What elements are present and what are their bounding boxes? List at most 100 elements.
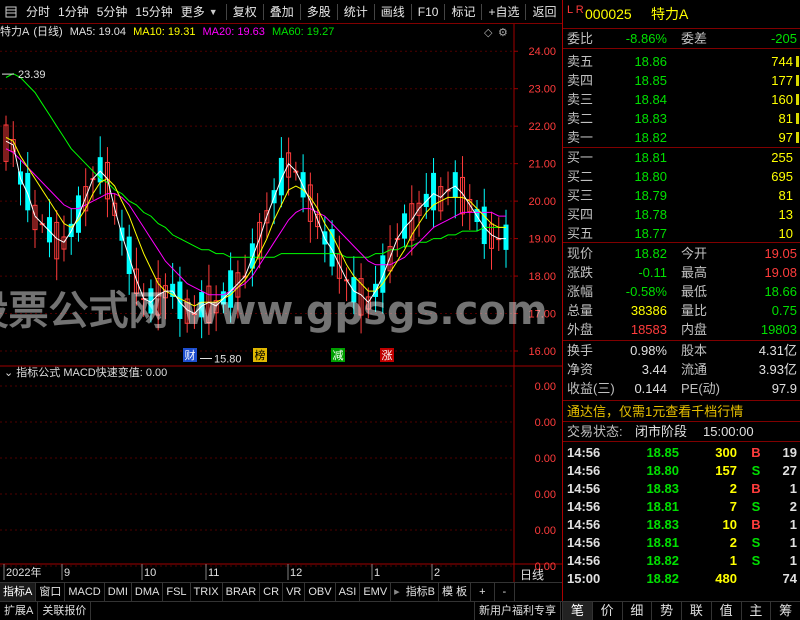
tab-main[interactable]: 主	[740, 602, 771, 620]
tab-value[interactable]: 值	[710, 602, 741, 620]
event-marker-label[interactable]: 涨	[382, 349, 393, 362]
bid-price: 18.80	[634, 169, 667, 184]
candle-body[interactable]	[380, 255, 386, 293]
tab-indicator-a[interactable]: 指标A	[0, 582, 37, 601]
bid-row[interactable]: 买二 18.80 695	[563, 167, 800, 186]
tick-row[interactable]: 14:56 18.81 2 S 1	[563, 533, 800, 552]
overlay-button[interactable]: 叠加	[266, 1, 298, 23]
back-button[interactable]: 返回	[528, 1, 560, 23]
tick-time: 14:56	[567, 517, 601, 532]
kline-chart[interactable]: 24.0023.0022.0021.0020.0019.0018.0017.00…	[0, 24, 562, 582]
tick-row[interactable]: 14:56 18.85 300 B 19	[563, 443, 800, 462]
extend-a-button[interactable]: 扩展A	[0, 602, 39, 620]
ask-row[interactable]: 卖五 18.86 744	[563, 52, 800, 71]
event-marker-label[interactable]: 减	[333, 349, 344, 362]
bid-row[interactable]: 买五 18.77 10	[563, 224, 800, 243]
tick-row[interactable]: 14:56 18.83 10 B 1	[563, 515, 800, 534]
bid-row[interactable]: 买三 18.79 81	[563, 186, 800, 205]
tab-trix[interactable]: TRIX	[191, 582, 223, 601]
mark-button[interactable]: 标记	[447, 1, 479, 23]
add-watchlist-button[interactable]: +自选	[484, 1, 523, 23]
promo-banner[interactable]: 通达信，仅需1元查看千档行情	[563, 402, 800, 421]
tick-row[interactable]: 14:56 18.80 157 S 27	[563, 461, 800, 480]
news-link[interactable]: 新用户福利专享	[474, 602, 561, 620]
tab-asi[interactable]: ASI	[336, 582, 361, 601]
ask-row[interactable]: 卖二 18.83 81	[563, 109, 800, 128]
tab-macd[interactable]: MACD	[65, 582, 105, 601]
multi-stock-button[interactable]: 多股	[303, 1, 335, 23]
tab-tick[interactable]: 笔	[562, 602, 592, 620]
tab-detail[interactable]: 细	[621, 602, 652, 620]
diamond-icon[interactable]: ◇	[484, 26, 492, 39]
candle-body[interactable]	[300, 172, 306, 198]
tick-price: 18.81	[646, 535, 679, 550]
candle-body[interactable]	[75, 195, 81, 233]
settings-icon[interactable]: ⚙	[498, 26, 508, 39]
f10-button[interactable]: F10	[414, 1, 443, 23]
stat-value: 97.9	[771, 381, 797, 396]
tab-1min[interactable]: 1分钟	[54, 1, 93, 23]
tab-indicator-b[interactable]: 指标B	[403, 582, 440, 601]
ma60-label: MA60: 19.27	[271, 26, 335, 38]
tab-timeshare[interactable]: 分时	[22, 1, 54, 23]
statistics-button[interactable]: 统计	[340, 1, 372, 23]
tab-more[interactable]: 更多	[177, 1, 209, 23]
event-marker-label[interactable]: 财	[185, 348, 196, 362]
tab-vr[interactable]: VR	[283, 582, 306, 601]
tab-emv[interactable]: EMV	[360, 582, 392, 601]
tab-cr[interactable]: CR	[260, 582, 284, 601]
y-tick-label: 19.00	[528, 234, 556, 246]
tick-row[interactable]: 14:56 18.83 2 B 1	[563, 479, 800, 498]
bid-price: 18.79	[634, 188, 667, 203]
bid-row[interactable]: 买一 18.81 255	[563, 148, 800, 167]
related-quote-button[interactable]: 关联报价	[38, 602, 92, 620]
candle-body[interactable]	[503, 224, 509, 250]
event-marker-label[interactable]: 榜	[255, 348, 266, 362]
tab-price[interactable]: 价	[591, 602, 622, 620]
ask-volume: 744	[771, 54, 793, 69]
tab-5min[interactable]: 5分钟	[93, 1, 132, 23]
tab-15min[interactable]: 15分钟	[131, 1, 176, 23]
tick-row[interactable]: 14:56 18.81 7 S 2	[563, 497, 800, 516]
tab-chips[interactable]: 筹	[770, 602, 800, 620]
candle-body[interactable]	[452, 172, 458, 198]
high-marker-label: 23.39	[18, 69, 46, 81]
ma10-label: MA10: 19.31	[133, 26, 196, 38]
tab-trend[interactable]: 势	[651, 602, 681, 620]
tab-dmi[interactable]: DMI	[105, 582, 132, 601]
tab-brar[interactable]: BRAR	[223, 582, 261, 601]
ask-row[interactable]: 卖三 18.84 160	[563, 90, 800, 109]
draw-line-button[interactable]: 画线	[377, 1, 409, 23]
bid-row[interactable]: 买四 18.78 13	[563, 205, 800, 224]
tick-row[interactable]: 14:56 18.82 1 S 1	[563, 551, 800, 570]
tabs-scroll-icon[interactable]: ▸	[391, 583, 403, 601]
tab-link[interactable]: 联	[681, 602, 711, 620]
ask-row[interactable]: 卖四 18.85 177	[563, 71, 800, 90]
candle-body[interactable]	[126, 236, 132, 275]
chevron-down-icon[interactable]: ⌄	[4, 367, 13, 379]
stat-label: 流通	[681, 362, 708, 377]
menu-grid-icon[interactable]	[0, 1, 22, 23]
promo-text[interactable]: 通达信，仅需1元查看千档行情	[567, 402, 743, 421]
ask-label: 卖五	[567, 54, 594, 69]
stat-value: 3.44	[641, 362, 667, 377]
tick-row[interactable]: 15:00 18.82 480 74	[563, 569, 800, 588]
chevron-down-icon[interactable]: ▼	[209, 7, 218, 17]
remove-window-button[interactable]: -	[495, 582, 516, 601]
tick-count: 19	[782, 445, 797, 460]
add-window-button[interactable]: +	[471, 582, 495, 601]
toolbar-divider	[299, 3, 301, 20]
tab-window[interactable]: 窗口	[36, 582, 66, 601]
period-label[interactable]: 日线	[520, 566, 544, 583]
restore-rights-button[interactable]: 复权	[229, 1, 261, 23]
ask-row[interactable]: 卖一 18.82 97	[563, 128, 800, 147]
x-tick-label: 9	[64, 567, 70, 579]
tab-obv[interactable]: OBV	[305, 582, 336, 601]
indicator-formula-label[interactable]: 指标公式	[16, 367, 60, 379]
ma10-line	[5, 136, 506, 307]
stat-row: 涨幅 -0.58% 最低 18.66	[563, 282, 800, 301]
tab-template[interactable]: 模 板	[439, 582, 472, 601]
ask-price: 18.84	[634, 92, 667, 107]
tab-dma[interactable]: DMA	[132, 582, 164, 601]
tab-fsl[interactable]: FSL	[163, 582, 191, 601]
